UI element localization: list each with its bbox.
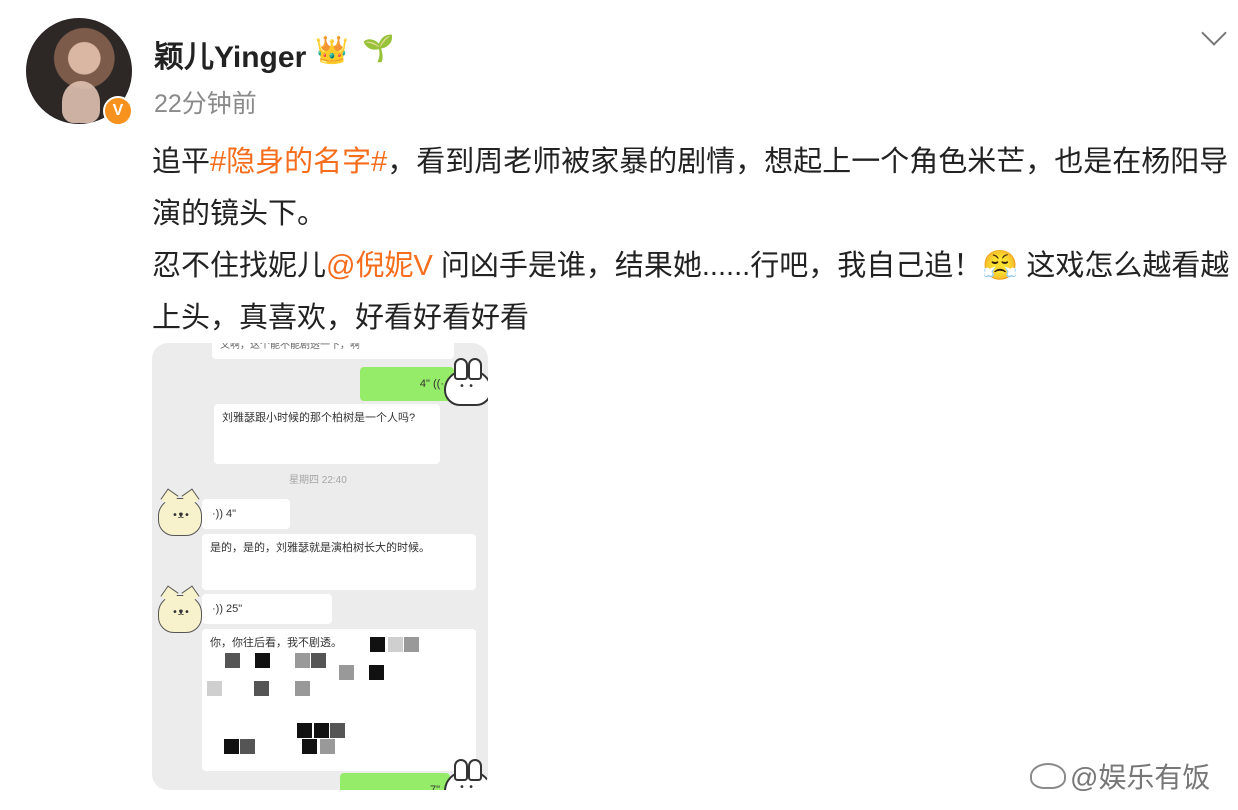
blur-mosaic-block — [314, 723, 329, 738]
sprout-badge-icon: 🌱 — [362, 34, 395, 64]
bunny-face-icon: • • — [459, 782, 474, 791]
verified-icon: V — [103, 96, 133, 126]
blur-mosaic-block — [225, 653, 240, 668]
mention-link[interactable]: @倪妮V — [326, 250, 433, 282]
post-text: 追平#隐身的名字#，看到周老师被家暴的剧情，想起上一个角色米芒，也是在杨阳导演的… — [152, 136, 1232, 344]
hashtag-link[interactable]: #隐身的名字# — [210, 146, 387, 178]
cat-avatar-icon: •ᴥ• — [158, 595, 202, 633]
blur-mosaic-block — [297, 723, 312, 738]
chevron-down-icon[interactable] — [1201, 20, 1227, 46]
blur-mosaic-block — [404, 637, 419, 652]
blur-mosaic-block — [254, 681, 269, 696]
blur-mosaic-block — [295, 653, 310, 668]
answer-message-bubble: 是的，是的，刘雅瑟就是演柏树长大的时候。 — [202, 534, 476, 590]
blur-mosaic-block — [370, 637, 385, 652]
blur-mosaic-block — [339, 665, 354, 680]
post-text-segment: 忍不住找妮儿 — [152, 250, 327, 282]
voice-duration-label: ·)) 4" — [212, 508, 237, 520]
blur-mosaic-block — [240, 739, 255, 754]
cat-face-icon: •ᴥ• — [172, 510, 190, 521]
partial-message-bubble: 又啊，这个能不能剧透一下，啊 — [212, 343, 454, 359]
post-text-segment: 追平 — [152, 146, 211, 178]
blur-mosaic-block — [330, 723, 345, 738]
voice-duration-label: 7" — [429, 784, 440, 790]
question-message-bubble: 刘雅瑟跟小时候的那个柏树是一个人吗? — [214, 404, 440, 464]
watermark-text: @娱乐有饭 — [1070, 762, 1211, 793]
partial-message-text: 又啊，这个能不能剧透一下，啊 — [220, 343, 360, 351]
blur-mosaic-block — [320, 739, 335, 754]
voice-message-right[interactable]: 4" ((· — [360, 367, 454, 401]
blur-mosaic-block — [255, 653, 270, 668]
weibo-icon — [1030, 763, 1066, 789]
chat-timestamp: 星期四 22:40 — [289, 475, 347, 486]
voice-duration-label: 4" ((· — [419, 378, 444, 390]
chat-screenshot[interactable]: 又啊，这个能不能剧透一下，啊 4" ((· • • 刘雅瑟跟小时候的那个柏树是一… — [152, 343, 488, 790]
question-message-text: 刘雅瑟跟小时候的那个柏树是一个人吗? — [222, 412, 416, 424]
voice-message-left[interactable]: ·)) 25" — [202, 594, 332, 624]
blur-mosaic-block — [207, 681, 222, 696]
blur-mosaic-block — [302, 739, 317, 754]
cat-face-icon: •ᴥ• — [172, 607, 190, 618]
voice-message-left[interactable]: ·)) 4" — [202, 499, 290, 529]
voice-duration-label: ·)) 25" — [212, 603, 243, 615]
voice-message-right[interactable]: 7" — [340, 773, 450, 790]
blur-mosaic-block — [311, 653, 326, 668]
blur-mosaic-block — [224, 739, 239, 754]
crown-badge-icon: 👑 — [315, 35, 349, 66]
blurred-answer-text: 你，你往后看，我不剧透。 — [210, 637, 342, 649]
bunny-avatar-icon: • • — [444, 358, 488, 406]
cat-avatar-icon: •ᴥ• — [158, 498, 202, 536]
post-time: 22分钟前 — [154, 90, 257, 118]
blur-mosaic-block — [388, 637, 403, 652]
bunny-avatar-icon: • • — [444, 759, 488, 791]
blur-mosaic-block — [369, 665, 384, 680]
blur-mosaic-block — [295, 681, 310, 696]
bunny-face-icon: • • — [459, 381, 474, 392]
user-name[interactable]: 颖儿Yinger — [154, 32, 306, 76]
answer-message-text: 是的，是的，刘雅瑟就是演柏树长大的时候。 — [210, 542, 430, 554]
